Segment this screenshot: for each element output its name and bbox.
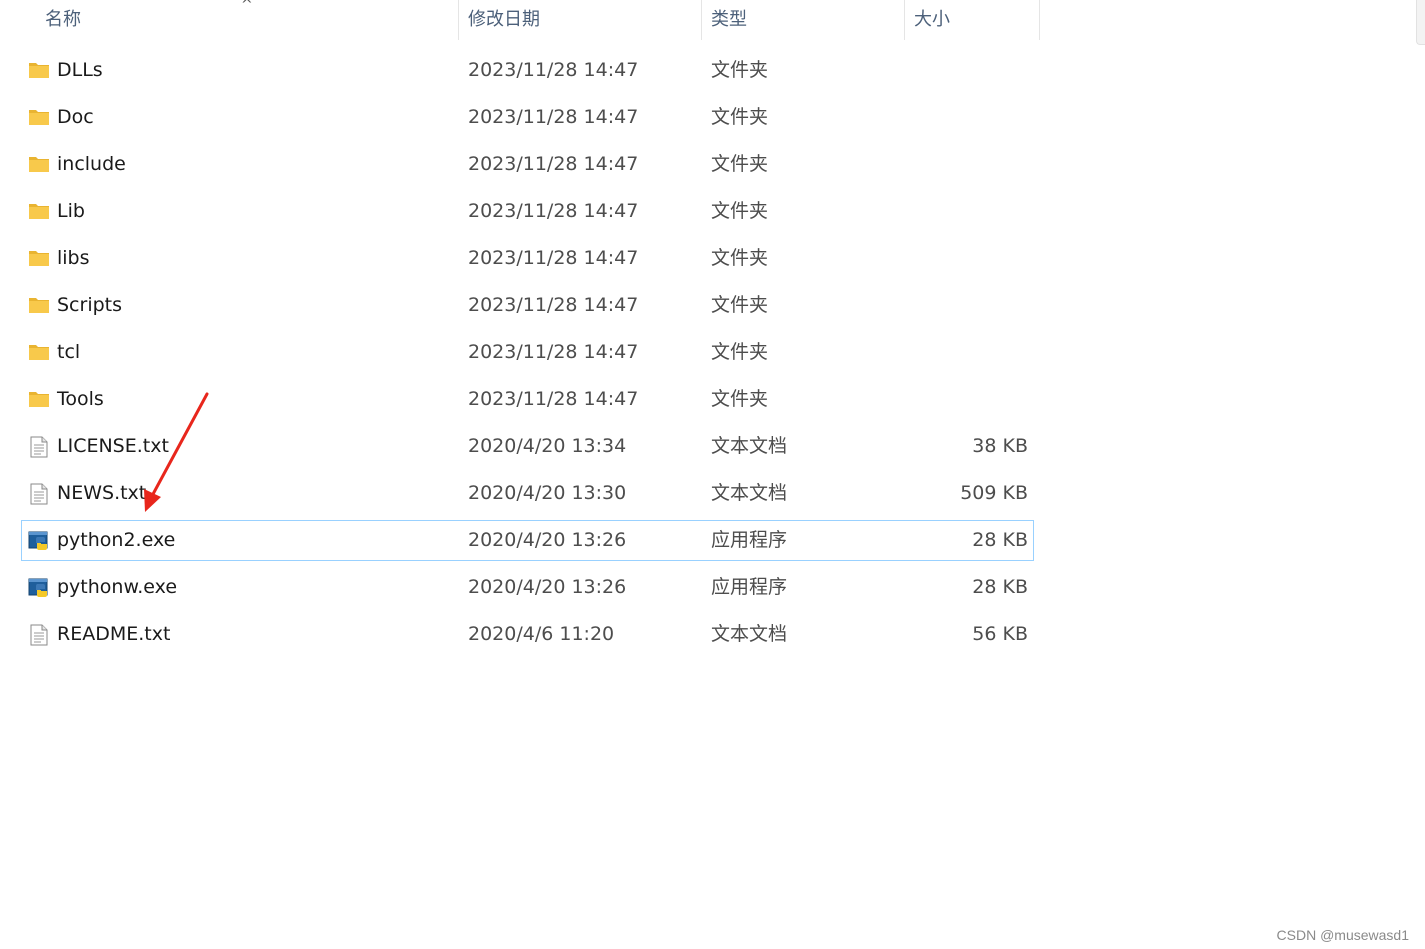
annotation-arrow [144, 392, 209, 512]
watermark: CSDN @musewasd1 [1276, 927, 1409, 943]
